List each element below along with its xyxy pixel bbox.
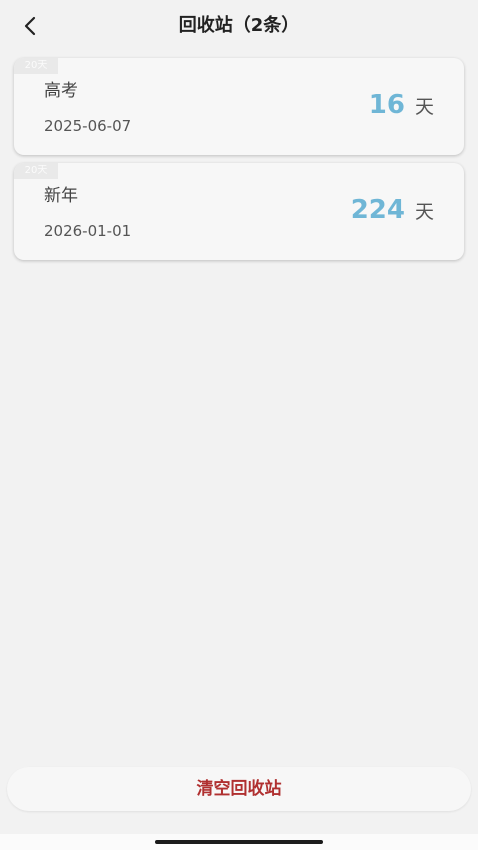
- event-date: 2025-06-07: [44, 117, 132, 135]
- day-count: 224 天: [351, 193, 434, 229]
- remaining-days-tag: 20天: [14, 58, 58, 74]
- event-name: 新年: [44, 186, 78, 206]
- remaining-days-tag: 20天: [14, 163, 58, 179]
- list-item[interactable]: 20天 新年 2026-01-01 224 天: [14, 163, 464, 260]
- day-count-number: 224: [350, 195, 405, 225]
- clear-recycle-bin-button[interactable]: 清空回收站: [7, 767, 471, 811]
- event-date: 2026-01-01: [44, 222, 132, 240]
- day-count: 16 天: [369, 88, 434, 124]
- top-bar: 回收站（2条）: [0, 0, 478, 54]
- day-count-unit: 天: [414, 96, 434, 118]
- day-count-number: 16: [368, 90, 405, 120]
- recycle-list: 20天 高考 2025-06-07 16 天 20天 新年 2026-01-01…: [14, 58, 464, 268]
- event-name: 高考: [44, 81, 78, 101]
- day-count-unit: 天: [414, 201, 434, 223]
- page-title: 回收站（2条）: [178, 15, 300, 36]
- list-item[interactable]: 20天 高考 2025-06-07 16 天: [14, 58, 464, 155]
- home-indicator[interactable]: [155, 840, 323, 844]
